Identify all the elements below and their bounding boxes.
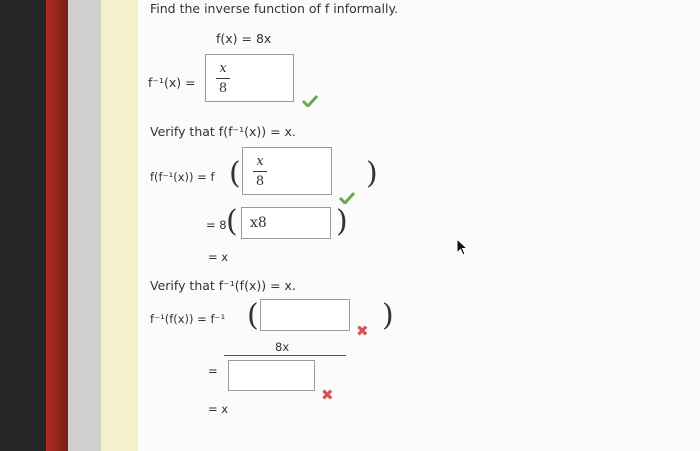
background-dark-edge [0,0,46,451]
background-gray-edge [68,0,100,451]
verify1-box2[interactable]: x8 [241,207,331,239]
verify1-line2-prefix: = 8 [206,218,227,232]
verify1-fraction: x 8 [253,154,267,189]
fraction-denominator: 8 [218,81,228,96]
given-function: f(x) = 8x [216,31,272,46]
verify1-result: = x [208,250,229,264]
check-icon [339,192,355,204]
open-paren: ( [229,156,241,191]
background-red-edge [46,0,68,451]
open-paren: ( [226,204,238,239]
background-yellow-strip [100,0,139,451]
question-panel: Find the inverse function of f informall… [138,0,700,451]
fraction-denominator: 8 [255,174,265,189]
verify2-equals: = [208,364,218,378]
inverse-fraction: x 8 [216,61,230,96]
verify2-box1[interactable] [260,299,350,331]
fraction-numerator: x [256,154,264,169]
inverse-label: f⁻¹(x) = [148,75,196,90]
verify2-prompt: Verify that f⁻¹(f(x)) = x. [150,278,296,293]
mouse-cursor-icon [456,238,469,256]
cross-icon: ✖ [356,322,369,340]
fraction-bar [224,355,346,356]
verify2-numerator: 8x [275,340,290,354]
check-icon [302,95,318,107]
verify1-box1[interactable]: x 8 [242,147,332,195]
verify2-denominator-box[interactable] [228,360,315,391]
fraction-numerator: x [219,61,227,76]
close-paren: ) [366,156,378,191]
inverse-answer-box[interactable]: x 8 [205,54,294,102]
verify1-prompt: Verify that f(f⁻¹(x)) = x. [150,124,296,139]
close-paren: ) [336,204,348,239]
question-title: Find the inverse function of f informall… [150,1,399,16]
verify1-lhs: f(f⁻¹(x)) = f [150,170,215,184]
cross-icon: ✖ [321,386,334,404]
verify2-result: = x [208,402,229,416]
close-paren: ) [382,298,394,333]
verify1-box2-value: x8 [250,215,267,231]
open-paren: ( [247,298,259,333]
verify2-lhs: f⁻¹(f(x)) = f⁻¹ [150,312,226,326]
